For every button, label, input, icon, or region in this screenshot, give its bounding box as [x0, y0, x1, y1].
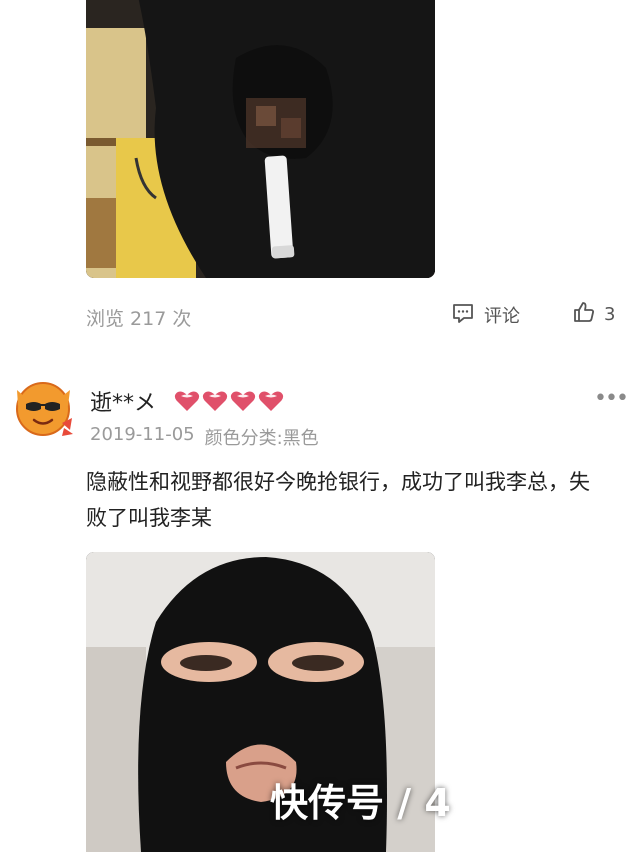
post-meta-row: 浏览 217 次 评论 3 — [0, 300, 640, 332]
member-level-badge — [174, 390, 284, 416]
balaclava-cigarette-image — [86, 0, 435, 278]
watermark: 快传号 / 4 — [270, 781, 451, 825]
reviewer-name[interactable]: 逝**メ — [90, 385, 156, 417]
heart-icon — [230, 390, 256, 416]
review-photo-1[interactable] — [86, 0, 435, 278]
comment-icon — [452, 302, 474, 328]
review-text: 隐蔽性和视野都很好今晚抢银行，成功了叫我李总，失败了叫我李某 — [86, 470, 590, 530]
heart-icon — [174, 390, 200, 416]
view-count: 浏览 217 次 — [86, 308, 192, 330]
heart-icon — [202, 390, 228, 416]
sunglasses-emoji-avatar-icon — [16, 382, 73, 436]
like-count: 3 — [604, 303, 616, 325]
comment-label: 评论 — [484, 306, 520, 327]
avatar[interactable] — [12, 378, 74, 440]
variant-label: 颜色分类:黑色 — [204, 428, 319, 449]
review-date: 2019-11-05 — [90, 424, 195, 445]
thumbs-up-icon — [572, 300, 596, 328]
comment-button[interactable]: 评论 — [452, 302, 520, 328]
review-meta: 2019-11-05 颜色分类:黑色 — [90, 424, 319, 450]
heart-icon — [258, 390, 284, 416]
like-button[interactable]: 3 — [572, 300, 615, 328]
more-options-icon[interactable]: ••• — [594, 386, 629, 411]
